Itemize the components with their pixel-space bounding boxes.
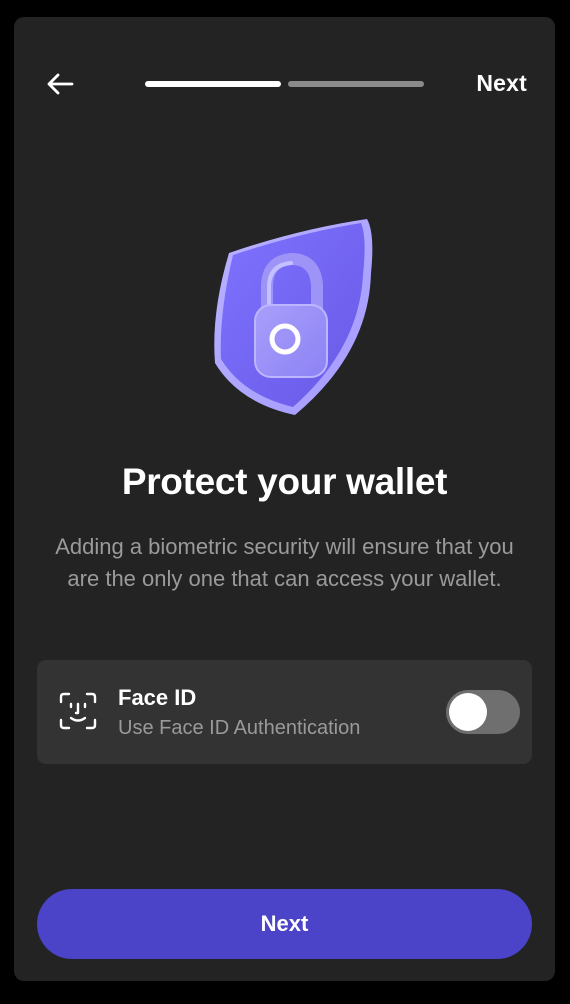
face-id-subtitle: Use Face ID Authentication xyxy=(118,717,361,739)
arrow-left-icon xyxy=(47,73,74,95)
next-button[interactable]: Next xyxy=(37,889,532,959)
progress-step-completed xyxy=(145,81,281,87)
face-id-title: Face ID xyxy=(118,685,197,710)
toggle-knob xyxy=(449,693,487,731)
progress-step-remaining xyxy=(288,81,424,87)
face-id-toggle[interactable] xyxy=(446,690,520,734)
header-next-button[interactable]: Next xyxy=(476,70,527,97)
step-progress xyxy=(145,81,425,87)
shield-lock-icon xyxy=(199,213,379,423)
top-bar: Next xyxy=(14,17,555,151)
face-id-icon xyxy=(59,692,97,730)
screen: Next Protect your wallet Adding a biomet… xyxy=(14,17,555,981)
page-description: Adding a biometric security will ensure … xyxy=(55,534,514,591)
back-button[interactable] xyxy=(42,67,78,101)
page-title: Protect your wallet xyxy=(121,461,448,502)
face-id-option: Face ID Use Face ID Authentication xyxy=(37,660,532,764)
